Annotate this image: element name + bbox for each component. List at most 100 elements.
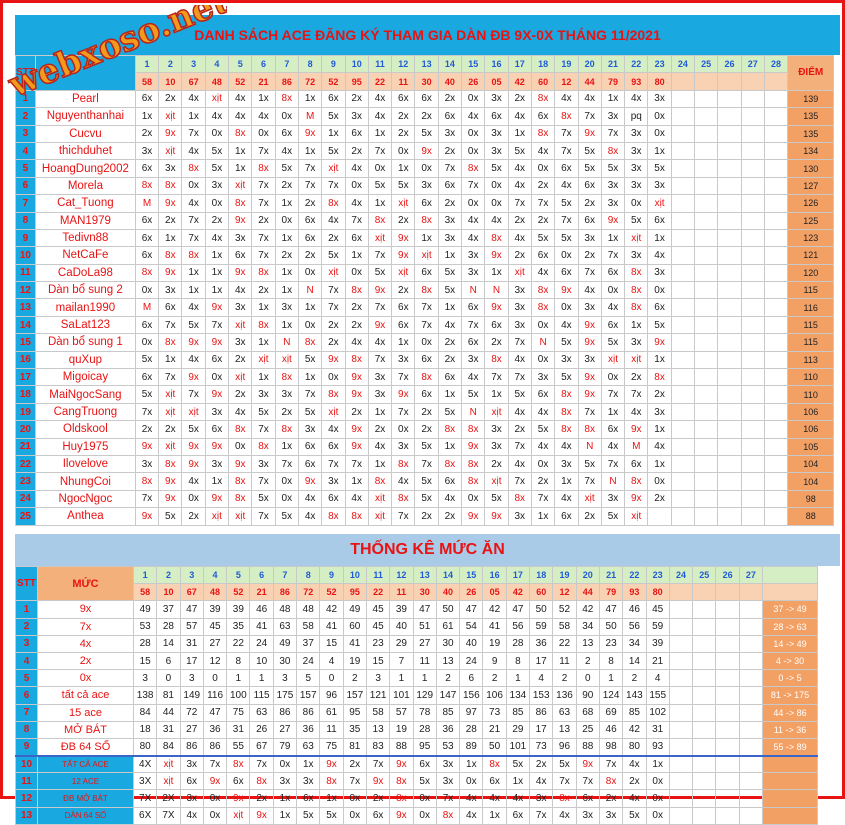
stat-cell: 2 bbox=[622, 669, 647, 688]
member-name: quXup bbox=[34, 350, 136, 370]
pick-cell bbox=[740, 420, 765, 439]
stat-cell: 4x bbox=[622, 754, 647, 774]
stat-cell bbox=[668, 669, 694, 688]
stat-cell: 129 bbox=[412, 686, 437, 705]
pick-cell: 8x bbox=[554, 402, 579, 422]
stat-cell bbox=[738, 669, 764, 688]
stat-cell: 4 bbox=[529, 669, 554, 688]
pick-cell: 1x bbox=[274, 194, 299, 213]
pick-cell: xịt bbox=[158, 402, 183, 422]
pick-cell: 1x bbox=[204, 263, 230, 283]
pick-cell: 1x bbox=[274, 228, 299, 248]
pick-cell: xịt bbox=[624, 228, 649, 248]
stat-cell: 156 bbox=[459, 686, 484, 705]
pick-cell: 8x bbox=[484, 350, 509, 370]
pick-cell: 1x bbox=[204, 246, 230, 265]
result-header: 05 bbox=[484, 72, 509, 91]
pick-cell: 0x bbox=[204, 368, 230, 387]
member-name: Huy1975 bbox=[34, 437, 136, 456]
pick-cell: 6x bbox=[204, 420, 230, 439]
stat-cell bbox=[738, 754, 764, 774]
stat-cell: 2x bbox=[622, 772, 647, 791]
pick-cell: 4x bbox=[437, 489, 463, 509]
pick-cell bbox=[694, 507, 719, 526]
day-header: 15 bbox=[459, 565, 484, 585]
stat-cell: 2 bbox=[552, 669, 577, 688]
pick-cell: 6x bbox=[600, 420, 626, 439]
pick-cell bbox=[717, 107, 742, 126]
member-name: Migoicay bbox=[34, 368, 136, 387]
pick-cell: 3x bbox=[251, 385, 276, 404]
row-number: 1 bbox=[15, 89, 36, 109]
stat-cell: 9x bbox=[202, 772, 228, 791]
stat-cell bbox=[738, 772, 764, 791]
stat-cell: 8 bbox=[505, 651, 531, 671]
stat-cell: 45 bbox=[365, 617, 391, 636]
stat-cell: 95 bbox=[412, 737, 437, 757]
pick-cell: xịt bbox=[158, 141, 183, 161]
pick-cell: 9x bbox=[577, 315, 602, 335]
pick-cell bbox=[717, 507, 742, 526]
pick-cell: 6x bbox=[414, 194, 439, 213]
stat-cell bbox=[692, 651, 717, 671]
pick-cell: 1x bbox=[251, 368, 276, 387]
day-header: 22 bbox=[624, 54, 649, 74]
level-name: 15 ace bbox=[37, 703, 134, 722]
pick-cell: 0x bbox=[461, 194, 486, 213]
stat-cell: 58 bbox=[552, 617, 577, 636]
stat-cell: 143 bbox=[622, 686, 647, 705]
pick-cell bbox=[670, 194, 696, 213]
stat-cell: 73 bbox=[482, 703, 507, 722]
day-header: 3 bbox=[179, 565, 204, 585]
stat-cell bbox=[692, 754, 717, 774]
pick-cell: 9x bbox=[321, 350, 346, 370]
pick-cell: 8x bbox=[414, 281, 439, 300]
stat-cell: 97 bbox=[459, 703, 484, 722]
stat-cell: 47 bbox=[598, 600, 624, 619]
pick-cell: 4x bbox=[461, 368, 486, 387]
stat-cell: 1 bbox=[412, 669, 437, 688]
pick-cell: 2x bbox=[321, 228, 346, 248]
pick-cell: 4x bbox=[181, 350, 206, 370]
stat-cell: 44 bbox=[156, 703, 181, 722]
pick-cell: 2x bbox=[391, 124, 416, 143]
result-header: 86 bbox=[272, 583, 298, 602]
pick-cell: 0x bbox=[297, 315, 323, 335]
pick-cell: 6x bbox=[414, 350, 439, 370]
pick-cell: 3x bbox=[251, 454, 276, 474]
stat-cell: 53 bbox=[132, 617, 158, 636]
pick-cell: 7x bbox=[507, 437, 532, 456]
stat-cell: 50 bbox=[598, 617, 624, 636]
pick-cell bbox=[694, 176, 719, 196]
stat-cell: 157 bbox=[342, 686, 367, 705]
pick-cell: 6x bbox=[577, 211, 602, 230]
stat-cell: 46 bbox=[249, 600, 274, 619]
pick-cell: N bbox=[461, 402, 486, 422]
stat-cell bbox=[668, 617, 694, 636]
member-row: 10 NetCaFe 6x 8x 8x 1x 6x 7x 2x 2x 5x 1x 7x 9x xịt 1x 3x… bbox=[15, 246, 835, 265]
stat-cell: 36 bbox=[202, 720, 228, 739]
pick-cell: 0x bbox=[530, 454, 556, 474]
pick-cell bbox=[763, 489, 789, 509]
pick-cell: 1x bbox=[297, 298, 323, 317]
pick-cell: 3x bbox=[437, 211, 463, 230]
pick-cell: 0x bbox=[344, 263, 369, 283]
member-name: MAN1979 bbox=[34, 211, 136, 230]
stat-cell: 98 bbox=[598, 737, 624, 757]
stat-cell bbox=[668, 703, 694, 722]
stat-cell bbox=[715, 617, 740, 636]
stat-cell: 3x bbox=[575, 806, 600, 825]
day-header: 4 bbox=[202, 565, 228, 585]
result-header: 26 bbox=[461, 72, 486, 91]
row-number: 12 bbox=[15, 281, 36, 300]
pick-cell: 7x bbox=[181, 228, 206, 248]
pick-cell: 7x bbox=[391, 402, 416, 422]
row-number: 2 bbox=[15, 107, 36, 126]
pick-cell: 4x bbox=[297, 507, 323, 526]
pick-cell: 6x bbox=[297, 228, 323, 248]
stat-cell: 36 bbox=[296, 720, 321, 739]
pick-cell: 3x bbox=[134, 454, 160, 474]
pick-cell: 0x bbox=[181, 176, 206, 196]
member-row: 23 NhungCoi 8x 9x 4x 1x 8x 7x 0x 9x 3x 1x 8x 4x 5x 6x 8x… bbox=[15, 472, 835, 491]
pick-cell: 9x bbox=[414, 141, 439, 161]
